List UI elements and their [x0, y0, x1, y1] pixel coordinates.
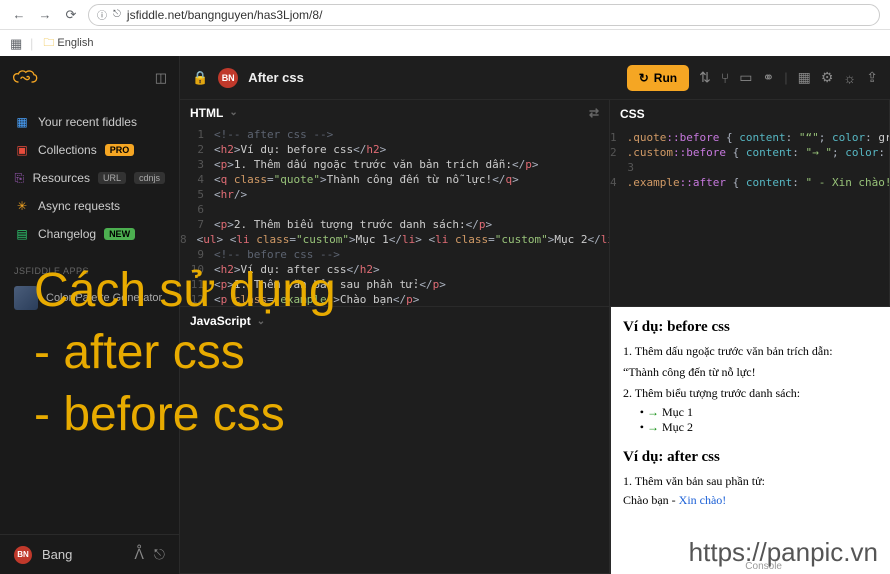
chevron-down-icon: ⌄ [257, 316, 265, 327]
panels-icon[interactable]: ◫ [155, 70, 167, 86]
forward-button[interactable]: → [36, 6, 54, 24]
user-name: Bang [42, 547, 72, 562]
app-frame: ◫ ▦Your recent fiddles▣Collections PRO⎘R… [0, 56, 890, 574]
badge: NEW [104, 228, 135, 240]
pill: URL [98, 172, 126, 184]
css-editor[interactable]: 1.quote::before { content: "“"; color: g… [610, 128, 889, 192]
sidebar-item-collections[interactable]: ▣Collections PRO [0, 136, 179, 164]
user-avatar[interactable]: BN [14, 546, 32, 564]
bookmarks-bar: ▦ | 🗀Careers🗀Icon🗀PHP🗀Server🗀Blogs🗀Plugi… [0, 30, 890, 56]
result-list: → Mục 1 → Mục 2 [647, 405, 878, 435]
fiddle-title[interactable]: After css [248, 70, 304, 85]
save-icon[interactable]: ▭ [739, 69, 752, 86]
not-secure-icon: ⎋ [113, 9, 121, 20]
html-pane: HTML ⌄ ⇄ 1<!-- after css -->2<h2>Ví dụ: … [180, 100, 610, 307]
reload-button[interactable]: ⟳ [62, 6, 80, 24]
badge: PRO [105, 144, 135, 156]
sidebar-icon: ✳ [14, 198, 30, 214]
bookmark-english[interactable]: 🗀English [39, 32, 118, 55]
site-info-icon[interactable]: ⓘ [97, 7, 107, 22]
tidy-icon[interactable]: ⇄ [589, 106, 599, 120]
sidebar-item-your-recent-fiddles[interactable]: ▦Your recent fiddles [0, 108, 179, 136]
apps-grid-icon[interactable]: ▦ [10, 36, 24, 50]
editor-panes: HTML ⌄ ⇄ 1<!-- after css -->2<h2>Ví dụ: … [180, 100, 890, 574]
sidebar-icon: ▣ [14, 142, 30, 158]
fork-icon[interactable]: ⑂ [721, 70, 729, 86]
sidebar-menu: ▦Your recent fiddles▣Collections PRO⎘Res… [0, 100, 179, 256]
sidebar-apps-heading: JSFIDDLE APPS [0, 256, 179, 280]
editor-toolbar: 🔒 BN After css ↻Run ⇅ ⑂ ▭ ⚭ | ▦ ⚙ ☼ ⇪ [180, 56, 890, 100]
share-icon[interactable]: ⇪ [866, 69, 878, 86]
sidebar-icon: ▦ [14, 114, 30, 130]
logo-row: ◫ [0, 56, 179, 100]
folder-icon: 🗀 [43, 34, 54, 53]
theme-icon[interactable]: ☼ [843, 70, 856, 86]
sidebar-icon: ▤ [14, 226, 30, 242]
result-quote: “Thành công đến từ nỗ lực! [623, 365, 878, 380]
sidebar-item-changelog[interactable]: ▤Changelog NEW [0, 220, 179, 248]
list-item: → Mục 2 [647, 420, 878, 435]
html-pane-header[interactable]: HTML ⌄ ⇄ [180, 100, 609, 125]
sidebar-item-resources[interactable]: ⎘Resources URL cdnjs [0, 164, 179, 192]
result-text: 2. Thêm biểu tượng trước danh sách: [623, 386, 878, 401]
app-thumbnail-icon [14, 286, 38, 310]
main-area: 🔒 BN After css ↻Run ⇅ ⑂ ▭ ⚭ | ▦ ⚙ ☼ ⇪ HT… [180, 56, 890, 574]
sync-icon[interactable]: ⇅ [699, 69, 711, 86]
sidebar-icon: ⎘ [14, 170, 25, 186]
url-text: jsfiddle.net/bangnguyen/has3Ljom/8/ [127, 8, 322, 22]
run-icon: ↻ [639, 71, 649, 85]
result-text: Chào bạn - Xin chào! [623, 493, 878, 508]
sidebar-item-async-requests[interactable]: ✳Async requests [0, 192, 179, 220]
result-heading-1: Ví dụ: before css [623, 319, 878, 336]
css-pane: CSS 1.quote::before { content: "“"; colo… [610, 100, 890, 307]
run-button[interactable]: ↻Run [627, 65, 689, 91]
logout-icon[interactable]: ⎋ [154, 546, 165, 563]
console-tab[interactable]: Console [737, 559, 790, 574]
html-editor[interactable]: 1<!-- after css -->2<h2>Ví dụ: before cs… [180, 125, 609, 306]
sidebar-app-color-palette[interactable]: Color Palette Generator [0, 280, 179, 316]
list-item: → Mục 1 [647, 405, 878, 420]
user-menu-icon[interactable]: ᐰ [134, 546, 144, 563]
address-bar[interactable]: ⓘ ⎋ jsfiddle.net/bangnguyen/has3Ljom/8/ [88, 4, 880, 26]
back-button[interactable]: ← [10, 6, 28, 24]
sidebar: ◫ ▦Your recent fiddles▣Collections PRO⎘R… [0, 56, 180, 574]
jsfiddle-logo-icon[interactable] [12, 68, 38, 88]
collab-icon[interactable]: ⚭ [763, 69, 775, 86]
result-text: 1. Thêm văn bản sau phần tử: [623, 474, 878, 489]
fiddle-owner-avatar[interactable]: BN [218, 68, 238, 88]
js-pane: JavaScript ⌄ [180, 307, 610, 574]
lock-icon[interactable]: 🔒 [192, 70, 208, 86]
js-pane-header[interactable]: JavaScript ⌄ [180, 307, 609, 335]
chevron-down-icon: ⌄ [229, 107, 237, 118]
result-pane: Ví dụ: before css 1. Thêm dấu ngoặc trướ… [610, 307, 890, 574]
result-heading-2: Ví dụ: after css [623, 449, 878, 466]
result-text: 1. Thêm dấu ngoặc trước văn bản trích dẫ… [623, 344, 878, 359]
settings-icon[interactable]: ⚙ [821, 69, 834, 86]
css-pane-header[interactable]: CSS [610, 100, 889, 128]
sidebar-footer: BN Bang ᐰ ⎋ [0, 534, 179, 574]
pill: cdnjs [134, 172, 165, 184]
browser-toolbar: ← → ⟳ ⓘ ⎋ jsfiddle.net/bangnguyen/has3Lj… [0, 0, 890, 30]
layout-icon[interactable]: ▦ [798, 69, 811, 86]
